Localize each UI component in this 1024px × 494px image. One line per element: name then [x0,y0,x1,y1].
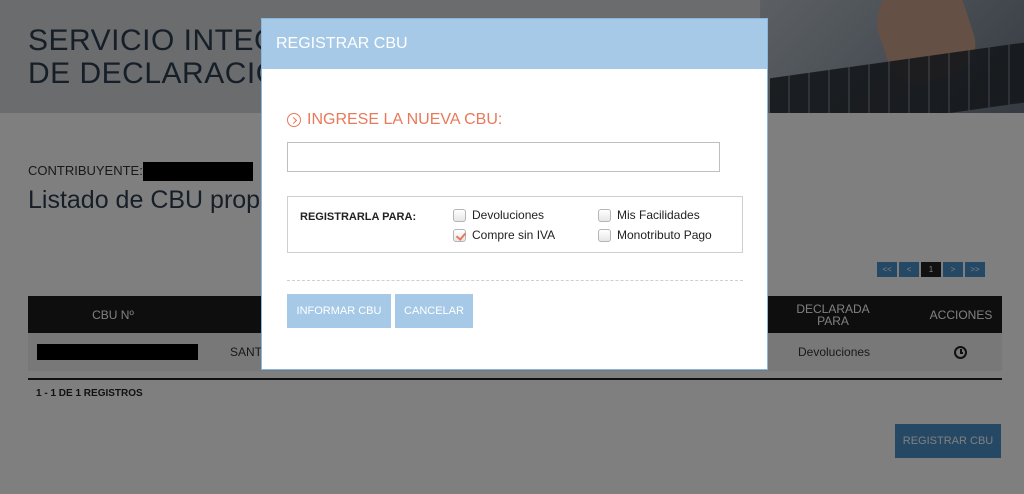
dialog-divider [287,280,743,281]
devoluciones-label: Devoluciones [472,208,545,222]
option-mis-facilidades[interactable]: Mis Facilidades [598,208,700,222]
devoluciones-checkbox[interactable] [453,208,466,222]
circle-arrow-icon [287,113,301,127]
mis-facilidades-checkbox[interactable] [598,208,611,222]
compre-sin-iva-label: Compre sin IVA [472,228,556,242]
monotributo-pago-label: Monotributo Pago [617,228,712,242]
register-for-label: REGISTRARLA PARA: [300,211,417,223]
mis-facilidades-label: Mis Facilidades [617,208,700,222]
dialog-title: REGISTRAR CBU [276,35,408,52]
new-cbu-section-label: INGRESE LA NUEVA CBU: [307,111,503,128]
monotributo-pago-checkbox[interactable] [598,228,611,242]
cbu-input[interactable] [287,142,720,172]
option-devoluciones[interactable]: Devoluciones [453,208,544,222]
register-cbu-dialog: REGISTRAR CBU INGRESE LA NUEVA CBU: REGI… [261,18,768,370]
option-monotributo-pago[interactable]: Monotributo Pago [598,228,712,242]
cancel-button[interactable]: CANCELAR [395,294,473,328]
informar-cbu-button[interactable]: INFORMAR CBU [287,294,391,328]
dialog-header: REGISTRAR CBU [262,19,767,69]
register-for-box: REGISTRARLA PARA: Devoluciones Mis Facil… [287,196,743,253]
compre-sin-iva-checkbox[interactable] [453,228,466,242]
new-cbu-section-title: INGRESE LA NUEVA CBU: [287,111,502,129]
option-compre-sin-iva[interactable]: Compre sin IVA [453,228,555,242]
